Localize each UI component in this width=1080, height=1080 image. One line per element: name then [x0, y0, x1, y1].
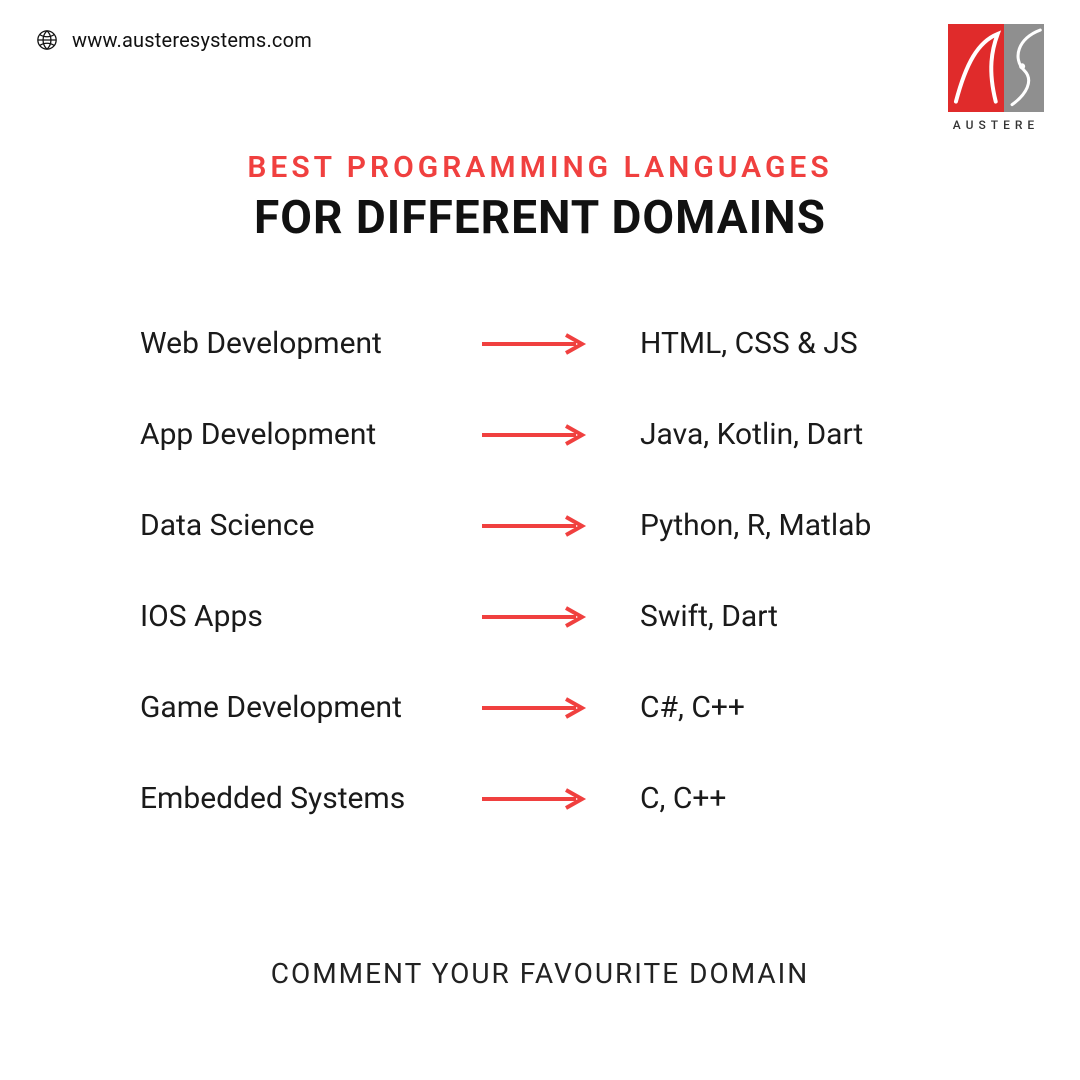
footer-cta: COMMENT YOUR FAVOURITE DOMAIN	[0, 957, 1080, 990]
globe-icon	[36, 29, 58, 51]
website-url: www.austeresystems.com	[72, 28, 312, 52]
domain-label: Web Development	[140, 326, 470, 361]
domain-list: Web Development HTML, CSS & JS App Devel…	[140, 326, 960, 872]
header: www.austeresystems.com AUSTERE	[36, 24, 1044, 132]
arrow-icon	[470, 514, 600, 538]
list-item: App Development Java, Kotlin, Dart	[140, 417, 960, 452]
arrow-icon	[470, 423, 600, 447]
languages-label: Python, R, Matlab	[600, 508, 960, 543]
domain-label: Game Development	[140, 690, 470, 725]
title-line-1: BEST PROGRAMMING LANGUAGES	[0, 150, 1080, 185]
list-item: Web Development HTML, CSS & JS	[140, 326, 960, 361]
arrow-icon	[470, 787, 600, 811]
title-line-2: FOR DIFFERENT DOMAINS	[0, 191, 1080, 245]
arrow-icon	[470, 332, 600, 356]
brand-logo: AUSTERE	[948, 24, 1044, 132]
list-item: Game Development C#, C++	[140, 690, 960, 725]
languages-label: HTML, CSS & JS	[600, 326, 960, 361]
domain-label: IOS Apps	[140, 599, 470, 634]
list-item: Data Science Python, R, Matlab	[140, 508, 960, 543]
url-block: www.austeresystems.com	[36, 28, 312, 52]
domain-label: Data Science	[140, 508, 470, 543]
domain-label: Embedded Systems	[140, 781, 470, 816]
brand-name: AUSTERE	[953, 118, 1039, 132]
languages-label: C#, C++	[600, 690, 960, 725]
languages-label: Java, Kotlin, Dart	[600, 417, 960, 452]
languages-label: C, C++	[600, 781, 960, 816]
arrow-icon	[470, 696, 600, 720]
list-item: Embedded Systems C, C++	[140, 781, 960, 816]
list-item: IOS Apps Swift, Dart	[140, 599, 960, 634]
domain-label: App Development	[140, 417, 470, 452]
title-block: BEST PROGRAMMING LANGUAGES FOR DIFFERENT…	[0, 150, 1080, 245]
brand-logo-mark	[948, 24, 1044, 112]
arrow-icon	[470, 605, 600, 629]
languages-label: Swift, Dart	[600, 599, 960, 634]
